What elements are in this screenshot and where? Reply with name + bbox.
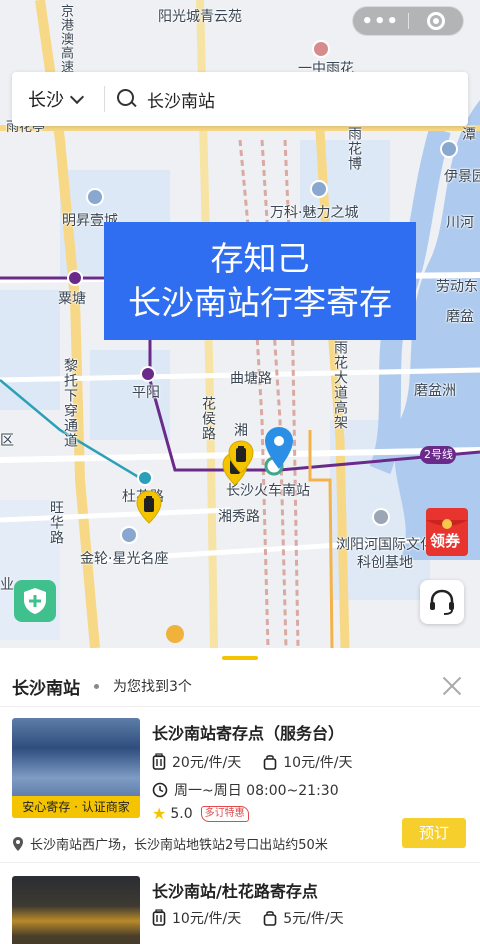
map-label: 湘秀路 [218, 509, 260, 525]
results-title: 长沙南站 [12, 678, 80, 699]
price-small-value: 5元/件/天 [283, 911, 344, 927]
city-label: 长沙 [28, 90, 64, 111]
store-title: 长沙南站/杜花路寄存点 [152, 882, 318, 901]
list-item[interactable]: 长沙南站/杜花路寄存点 10元/件/天 5元/件/天 [0, 876, 480, 944]
map-label: 阳光城青云苑 [158, 9, 242, 25]
map-label: 雨花大道高架 [332, 340, 348, 430]
search-divider [104, 86, 105, 112]
map-label: 平阳 [132, 385, 160, 401]
city-selector[interactable]: 长沙 [12, 86, 104, 112]
map-view[interactable]: 阳光城青云苑 京港澳高速 一中雨花 雨花亭 明昇壹城 万科·魅力之城 雨花博 伊… [0, 0, 480, 648]
locker-pin-icon[interactable] [228, 440, 254, 474]
map-label: 湘 [234, 423, 248, 439]
price-large-value: 10元/件/天 [172, 911, 242, 927]
map-label: 业 [0, 577, 14, 593]
poi-school-icon[interactable] [312, 40, 330, 58]
small-bag-icon [263, 911, 277, 926]
exit-miniprogram-button[interactable] [409, 12, 464, 30]
store-thumbnail [12, 876, 140, 944]
hours-row: 周一~周日 08:00~21:30 [152, 780, 339, 800]
shield-plus-icon [24, 588, 46, 614]
book-button[interactable]: 预订 [402, 818, 466, 848]
map-label: 金轮·星光名座 [80, 551, 169, 567]
map-label: 万科·魅力之城 [270, 205, 359, 221]
locker-pin-icon[interactable] [136, 490, 162, 524]
search-icon [117, 89, 137, 109]
coupon-label: 领券 [430, 532, 461, 550]
price-small-value: 10元/件/天 [283, 755, 353, 771]
map-label: 浏阳河国际文化科创基地 [336, 537, 434, 571]
headset-icon [430, 589, 454, 615]
price-small: 10元/件/天 [263, 752, 353, 772]
price-large: 10元/件/天 [152, 908, 241, 928]
map-label: 劳动东 [436, 279, 478, 295]
poi-residence-icon[interactable] [120, 526, 138, 544]
store-thumbnail: 安心寄存 · 认证商家 [12, 718, 140, 818]
map-label: 粟塘 [58, 291, 86, 307]
large-luggage-icon [152, 909, 166, 926]
discount-badge: 多订特惠 [200, 805, 249, 822]
address-row: 长沙南站西广场，长沙南站地铁站2号口出站约50米 [12, 834, 328, 853]
search-bar: 长沙 [12, 72, 468, 126]
search-input[interactable] [147, 89, 427, 109]
star-icon: ★ [152, 804, 167, 823]
divider [0, 862, 480, 863]
drag-handle[interactable] [222, 656, 258, 660]
miniprogram-capsule: ••• [352, 6, 464, 36]
map-label: 京港澳高速 [58, 4, 73, 74]
promo-banner: 存知己 长沙南站行李寄存 [104, 222, 416, 340]
poi-residence-icon[interactable] [440, 140, 458, 158]
map-label: 川河 [446, 215, 474, 231]
more-menu-button[interactable]: ••• [353, 11, 408, 32]
price-small: 5元/件/天 [263, 908, 344, 928]
opening-hours: 周一~周日 08:00~21:30 [174, 783, 339, 799]
results-count: 为您找到3个 [113, 679, 192, 695]
location-marker-icon [265, 427, 293, 469]
map-label: 黎托下穿通道 [62, 358, 78, 448]
rating-value: 5.0 [170, 805, 193, 822]
map-label: 磨盆 [446, 309, 474, 325]
map-label: 潭 [462, 127, 476, 143]
get-coupon-button[interactable]: 领券 [424, 504, 470, 558]
map-label: 旺华路 [48, 500, 64, 545]
list-item[interactable]: 安心寄存 · 认证商家 长沙南站寄存点（服务台） 20元/件/天 10元/件/天… [0, 718, 480, 868]
map-label: 花侯路 [200, 396, 216, 441]
safety-shield-button[interactable] [14, 580, 56, 622]
target-close-icon [426, 12, 445, 30]
rating-row: ★ 5.0 多订特惠 [152, 804, 249, 823]
customer-service-button[interactable] [420, 580, 464, 624]
chevron-down-icon [69, 89, 85, 104]
dot-separator [94, 683, 99, 689]
map-label: 区 [0, 433, 14, 449]
map-label: 雨花博 [346, 126, 362, 171]
results-header: 长沙南站 为您找到3个 [12, 670, 468, 702]
price-large: 20元/件/天 [152, 752, 241, 772]
metro-line-2-tag: 2号线 [424, 448, 453, 461]
results-panel: 长沙南站 为您找到3个 安心寄存 · 认证商家 长沙南站寄存点（服务台） 20元… [0, 648, 480, 944]
poi-shop-icon[interactable] [166, 625, 184, 643]
poi-residence-icon[interactable] [310, 180, 328, 198]
large-luggage-icon [152, 753, 166, 770]
store-title: 长沙南站寄存点（服务台） [152, 724, 345, 743]
poi-residence-icon[interactable] [86, 188, 104, 206]
small-bag-icon [263, 755, 277, 770]
verified-tag: 安心寄存 · 认证商家 [12, 796, 140, 818]
banner-subtitle: 长沙南站行李寄存 [128, 283, 392, 322]
location-icon [13, 836, 23, 851]
banner-brand: 存知己 [210, 239, 310, 278]
close-icon[interactable] [440, 674, 464, 698]
price-row: 20元/件/天 10元/件/天 [152, 752, 375, 772]
store-address: 长沙南站西广场，长沙南站地铁站2号口出站约50米 [30, 838, 328, 853]
map-label: 曲塘路 [230, 371, 272, 387]
poi-building-icon[interactable] [372, 508, 390, 526]
price-row: 10元/件/天 5元/件/天 [152, 908, 366, 928]
price-large-value: 20元/件/天 [172, 755, 242, 771]
clock-icon [152, 782, 168, 798]
map-label: 磨盆洲 [414, 383, 456, 399]
map-label: 伊景园 [444, 169, 480, 185]
divider [0, 706, 480, 707]
